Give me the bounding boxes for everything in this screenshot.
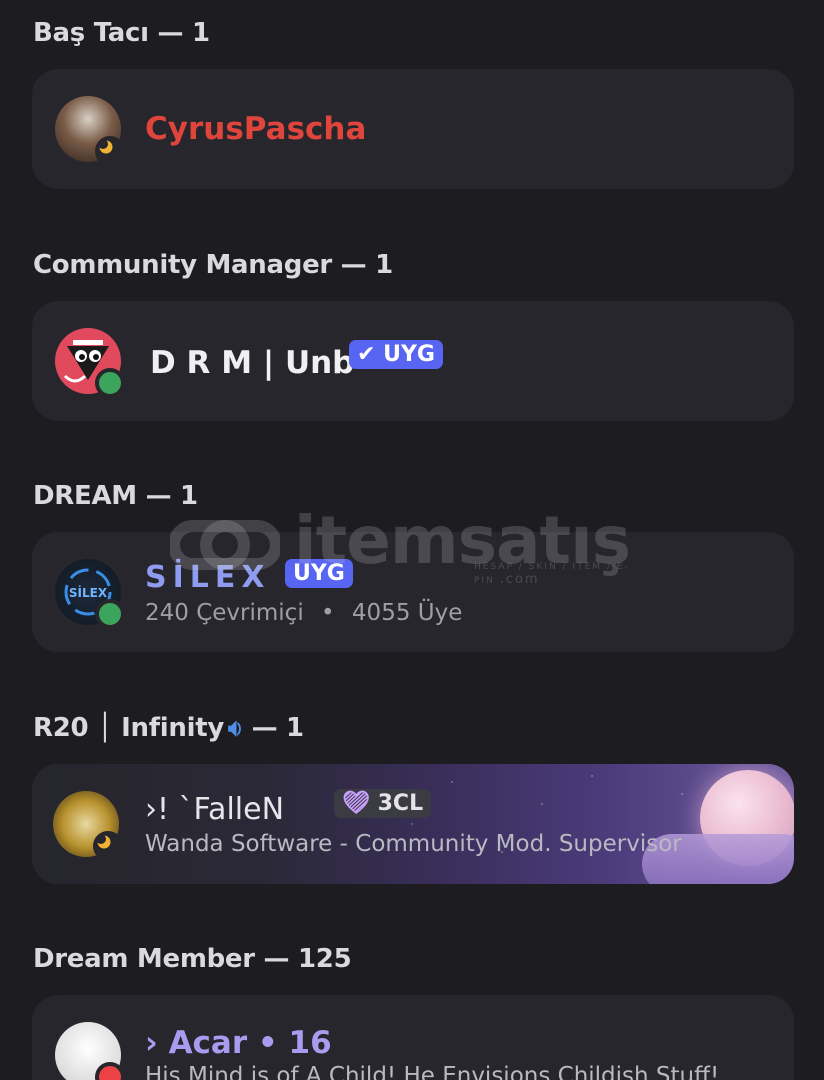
- online-status-icon: [95, 599, 125, 629]
- role-name: R20 │ Infinity: [33, 713, 224, 743]
- member-list: Baş Tacı — 1 CyrusPascha Community Manag…: [0, 0, 824, 1080]
- member-name: ›! `FalleN: [145, 792, 285, 827]
- server-tag-label: 3CL: [377, 791, 424, 816]
- member-status-text: His Mind is of A Child! He Envisions Chi…: [145, 1063, 720, 1080]
- avatar: [55, 96, 125, 166]
- idle-moon-icon: [93, 831, 123, 861]
- role-header-community-manager: Community Manager — 1: [33, 250, 393, 280]
- role-header-bas-taci: Baş Tacı — 1: [33, 18, 210, 48]
- speaker-icon: 🔉︎: [227, 714, 243, 742]
- member-name: CyrusPascha: [145, 111, 367, 147]
- idle-moon-icon: [95, 136, 125, 166]
- avatar: [53, 791, 123, 861]
- role-header-dream: DREAM — 1: [33, 481, 198, 511]
- member-status-text: Wanda Software - Community Mod. Supervis…: [145, 831, 682, 857]
- avatar: [55, 1022, 125, 1080]
- separator-dot: •: [321, 600, 335, 626]
- member-card-fallen[interactable]: ›! `FalleN 💜︎ 3CL Wanda Software - Commu…: [32, 764, 794, 884]
- online-count: 240 Çevrimiçi: [145, 600, 304, 626]
- member-activity: 240 Çevrimiçi • 4055 Üye: [145, 600, 462, 626]
- role-header-r20-infinity: R20 │ Infinity 🔉︎ — 1: [33, 713, 304, 743]
- role-count: — 1: [251, 713, 305, 743]
- avatar: SİLEX: [55, 559, 125, 629]
- svg-text:SİLEX: SİLEX: [69, 585, 108, 600]
- member-card-silex[interactable]: SİLEX SİLEX UYG 240 Çevrimiçi • 4055 Üye: [32, 532, 794, 652]
- server-tag-badge: 💜︎ 3CL: [334, 789, 432, 818]
- online-status-icon: [95, 368, 125, 398]
- member-card-acar[interactable]: › Acar • 16 His Mind is of A Child! He E…: [32, 995, 794, 1080]
- member-name: D R M | Unb: [150, 345, 355, 381]
- avatar: [55, 328, 125, 398]
- server-tag-badge: UYG: [285, 559, 353, 588]
- dnd-status-icon: [95, 1062, 125, 1080]
- role-header-dream-member: Dream Member — 125: [33, 944, 352, 974]
- server-tag-badge: ✔ UYG: [349, 340, 443, 369]
- member-name: SİLEX: [145, 560, 271, 595]
- member-card-cyruspascha[interactable]: CyrusPascha: [32, 69, 794, 189]
- member-name: › Acar • 16: [145, 1025, 332, 1061]
- member-card-drm-unb[interactable]: D R M | Unb ✔ UYG: [32, 301, 794, 421]
- member-count: 4055 Üye: [351, 600, 463, 626]
- heart-icon: 💜︎: [342, 791, 370, 816]
